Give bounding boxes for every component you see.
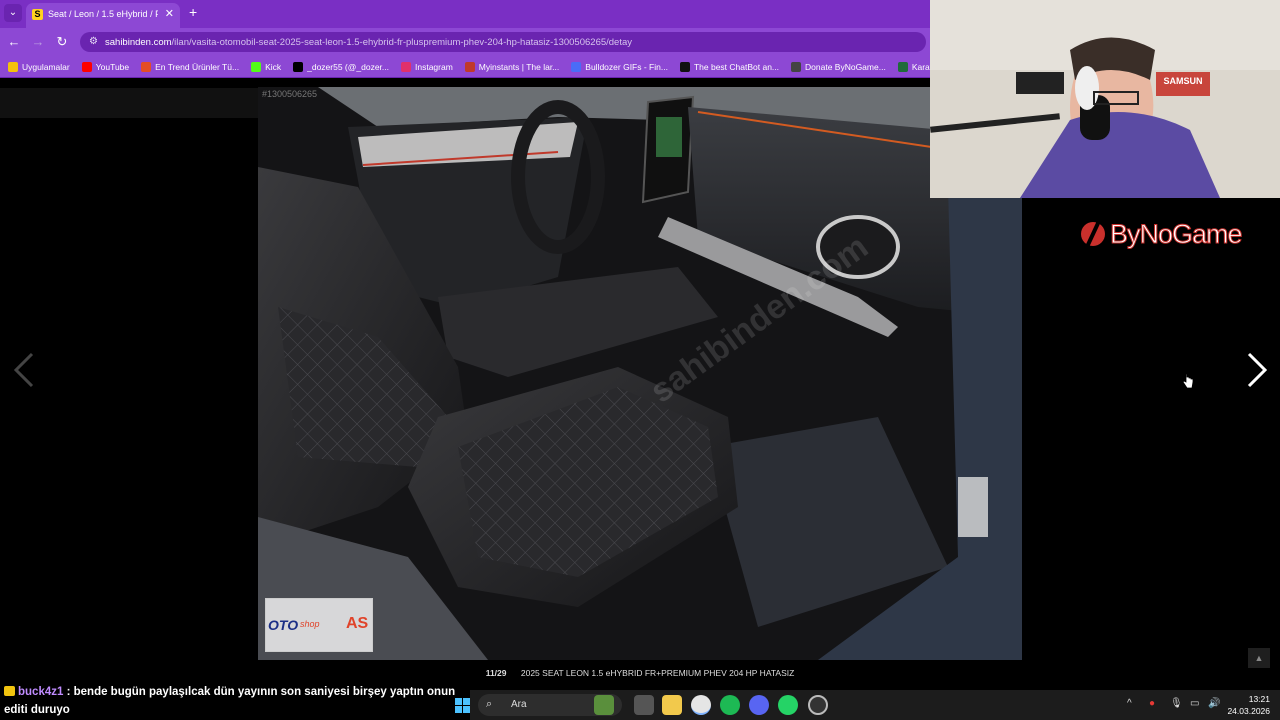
car-interior-photo [258, 87, 1022, 660]
shop-icon [141, 62, 152, 72]
bynogame-text: ByNoGame [1110, 218, 1244, 249]
stream-chat-message: buck4z1 : bende bugün paylaşılcak dün ya… [4, 683, 464, 719]
scroll-top-button[interactable]: ▲ [1248, 648, 1270, 668]
forward-button[interactable]: → [30, 34, 46, 49]
bookmark-label: En Trend Ürünler Tü... [155, 62, 240, 72]
address-bar[interactable]: ⚙ sahibinden.com/ilan/vasita-otomobil-se… [80, 32, 926, 52]
hand-cursor-icon [1182, 373, 1194, 389]
url-host: sahibinden.com [105, 37, 172, 48]
bookmark-item[interactable]: YouTube [81, 56, 130, 77]
photo-caption: 11/29 2025 SEAT LEON 1.5 eHYBRID FR+PREM… [258, 668, 1022, 678]
bookmark-item[interactable]: Instagram [401, 56, 453, 77]
donate-icon [791, 62, 802, 72]
bookmark-item[interactable]: Karatay Belediyesi [897, 56, 930, 77]
toolbar: ← → ↻ ⚙ sahibinden.com/ilan/vasita-otomo… [0, 28, 930, 56]
bookmark-item[interactable]: The best ChatBot an... [679, 56, 780, 77]
windows-taskbar: ⌕ Ara ^ ● 🎙 ▭ 🔊 13:21 24.03.2026 [455, 690, 1280, 720]
bookmark-label: The best ChatBot an... [693, 62, 780, 72]
next-photo-arrow-icon[interactable] [1245, 350, 1269, 390]
windows-start-icon[interactable] [455, 698, 470, 713]
close-tab-icon[interactable]: ✕ [165, 7, 174, 20]
reload-button[interactable]: ↻ [54, 34, 70, 50]
dealer-logo-shop: shop [300, 619, 320, 629]
previous-photo-arrow-icon[interactable] [12, 350, 36, 390]
kick-icon [251, 62, 262, 72]
bookmark-label: Bulldozer GIFs - Fin... [585, 62, 668, 72]
bynogame-logo-icon [1081, 219, 1105, 249]
sahibinden-favicon-icon: S [32, 9, 43, 20]
tray-app-icon[interactable]: ● [1149, 698, 1155, 709]
search-placeholder: Ara [511, 699, 527, 710]
photo-counter: 11/29 [485, 668, 507, 678]
chrome-icon[interactable] [691, 695, 711, 715]
clock-time: 13:21 [1248, 694, 1270, 704]
clock-date: 24.03.2026 [1227, 706, 1270, 716]
new-tab-button[interactable]: + [189, 4, 197, 20]
bookmark-item[interactable]: _dozer55 (@_dozer... [293, 56, 389, 77]
task-view-icon[interactable] [634, 695, 654, 715]
chatbot-icon [679, 62, 690, 72]
bookmarks-bar: Uygulamalar YouTube En Trend Ürünler Tü...… [0, 56, 930, 78]
widgets-icon[interactable] [594, 695, 614, 715]
bookmark-item[interactable]: Uygulamalar [8, 56, 70, 77]
gif-icon [571, 62, 582, 72]
bookmark-item[interactable]: Kick [251, 56, 282, 77]
myinstants-icon [464, 62, 475, 72]
bookmark-label: Karatay Belediyesi [911, 62, 930, 72]
bookmark-label: _dozer55 (@_dozer... [307, 62, 389, 72]
discord-icon[interactable] [749, 695, 769, 715]
apps-grid-icon [8, 62, 18, 72]
listing-title: 2025 SEAT LEON 1.5 eHYBRID FR+PREMIUM PH… [520, 668, 795, 678]
network-icon[interactable]: ▭ [1190, 698, 1199, 709]
bookmark-label: Myinstants | The lar... [478, 62, 560, 72]
bookmark-label: Uygulamalar [22, 62, 70, 72]
tab-strip: ⌄ S Seat / Leon / 1.5 eHybrid / FR / ✕ + [0, 0, 930, 28]
bookmark-item[interactable]: Bulldozer GIFs - Fin... [571, 56, 668, 77]
municipality-icon [897, 62, 908, 72]
bookmark-label: Kick [265, 62, 282, 72]
webcam-sign-samsun: SAMSUN [1163, 76, 1202, 86]
bookmark-item[interactable]: Donate ByNoGame... [791, 56, 886, 77]
tab-search-button[interactable]: ⌄ [4, 4, 22, 22]
volume-icon[interactable]: 🔊 [1208, 698, 1220, 709]
bookmark-label: Instagram [415, 62, 453, 72]
active-tab[interactable]: S Seat / Leon / 1.5 eHybrid / FR / ✕ [26, 3, 180, 28]
site-info-icon[interactable]: ⚙ [89, 36, 98, 47]
spotify-icon[interactable] [720, 695, 740, 715]
obs-icon[interactable] [808, 695, 828, 715]
dealer-logo-as: AS [346, 615, 369, 632]
dealer-logo: OTO shop AS [265, 598, 373, 652]
tiktok-icon [293, 62, 304, 72]
subscriber-badge-icon [4, 686, 15, 696]
system-clock[interactable]: 13:21 24.03.2026 [1227, 693, 1270, 717]
file-explorer-icon[interactable] [662, 695, 682, 715]
url-text: sahibinden.com/ilan/vasita-otomobil-seat… [105, 37, 632, 48]
bookmark-label: Donate ByNoGame... [805, 62, 886, 72]
youtube-icon [81, 62, 92, 72]
listing-number: #1300506265 [262, 89, 318, 99]
bynogame-brand: ByNoGame [1080, 212, 1244, 256]
tray-overflow-icon[interactable]: ^ [1127, 698, 1132, 709]
tab-title: Seat / Leon / 1.5 eHybrid / FR / [48, 9, 158, 19]
instagram-icon [401, 62, 411, 72]
search-icon: ⌕ [486, 698, 493, 710]
bookmark-item[interactable]: Myinstants | The lar... [464, 56, 560, 77]
url-path: /ilan/vasita-otomobil-seat-2025-seat-leo… [171, 37, 633, 48]
bookmark-item[interactable]: En Trend Ürünler Tü... [141, 56, 240, 77]
bookmark-label: YouTube [95, 62, 130, 72]
microphone-icon[interactable]: 🎙 [1170, 698, 1183, 709]
whatsapp-icon[interactable] [778, 695, 798, 715]
chat-username: buck4z1 [18, 686, 64, 698]
back-button[interactable]: ← [6, 34, 22, 49]
chat-text: : bende bugün paylaşılcak dün yayının so… [4, 686, 456, 716]
viewer-header-strip [0, 88, 258, 118]
dealer-logo-oto: OTO [268, 617, 299, 633]
webcam-overlay: SAMSUN [930, 0, 1280, 198]
